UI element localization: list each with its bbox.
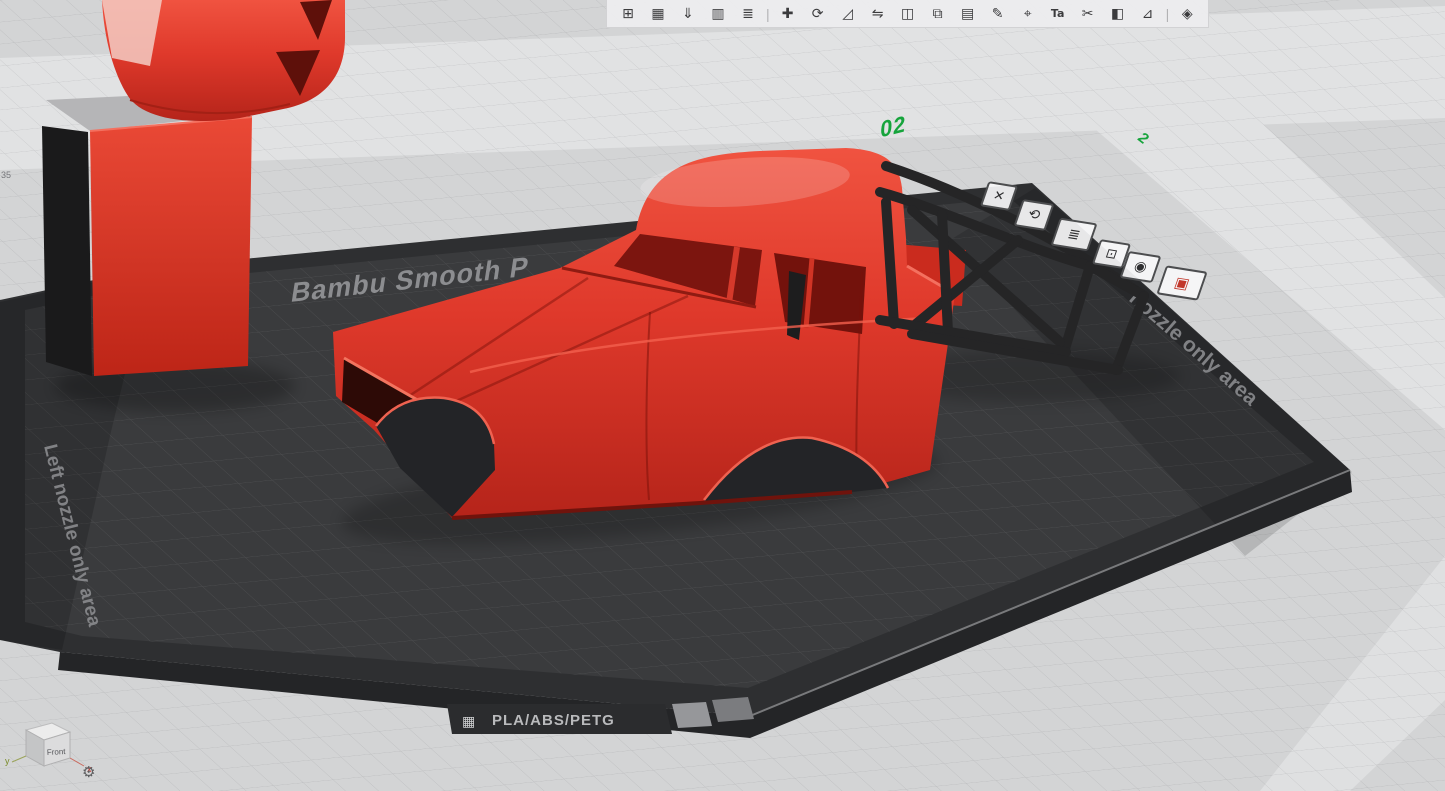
viewport-3d[interactable]: ▦ PLA/ABS/PETG Bambu Smooth P Left nozzl…: [0, 0, 1445, 791]
split-to-objects-button[interactable]: ◫: [893, 1, 923, 26]
toolbar-separator: |: [1166, 6, 1170, 22]
cage-front-leg-2: [942, 214, 948, 332]
plate-tab-2: [672, 702, 712, 728]
plate-thumbnail-icon: ▣: [1172, 273, 1192, 293]
scene-canvas[interactable]: ▦ PLA/ABS/PETG Bambu Smooth P Left nozzl…: [0, 0, 1445, 791]
top-toolbar: ⊞ ▦ ⇓ ▥ ≣ | ✚ ⟳ ◿ ⇋ ◫ ⧉ ▤ ✎ ⌖ Ta ✂ ◧ ⊿ |…: [606, 0, 1209, 28]
seam-painting-button[interactable]: ⌖: [1013, 1, 1043, 26]
plate-tab-3: [712, 697, 754, 722]
toolbar-separator: |: [766, 6, 770, 22]
variable-layer-height-button[interactable]: ▤: [953, 1, 983, 26]
add-model-button[interactable]: ⊞: [613, 1, 643, 26]
move-button[interactable]: ✚: [773, 1, 803, 26]
block-left-face[interactable]: [42, 126, 92, 376]
measure-button[interactable]: ⊿: [1133, 1, 1163, 26]
edge-label: 35: [1, 170, 11, 180]
nav-axis-y-label: y: [5, 756, 10, 766]
rotate-button[interactable]: ⟳: [803, 1, 833, 26]
scale-button[interactable]: ◿: [833, 1, 863, 26]
nav-axis-y-line: [12, 756, 26, 762]
plate-material-label: PLA/ABS/PETG: [492, 712, 615, 729]
support-painting-button[interactable]: ✎: [983, 1, 1013, 26]
bambu-logo-icon: ▦: [462, 714, 475, 730]
mesh-boolean-button[interactable]: ◧: [1103, 1, 1133, 26]
add-plate-button[interactable]: ▦: [643, 1, 673, 26]
cut-tool-button[interactable]: ✂: [1073, 1, 1103, 26]
split-view-button[interactable]: ≣: [733, 1, 763, 26]
nav-cube-front-label: Front: [47, 747, 67, 757]
mirror-button[interactable]: ⇋: [863, 1, 893, 26]
arrange-button[interactable]: ▥: [703, 1, 733, 26]
split-to-parts-button[interactable]: ⧉: [923, 1, 953, 26]
rectangular-block-model[interactable]: [42, 92, 252, 376]
auto-orient-button[interactable]: ⇓: [673, 1, 703, 26]
view-settings-gear-icon[interactable]: ⚙: [82, 763, 95, 781]
block-front-face[interactable]: [90, 117, 252, 376]
text-tool-button[interactable]: Ta: [1043, 1, 1073, 26]
assembly-view-button[interactable]: ◈: [1172, 1, 1202, 26]
